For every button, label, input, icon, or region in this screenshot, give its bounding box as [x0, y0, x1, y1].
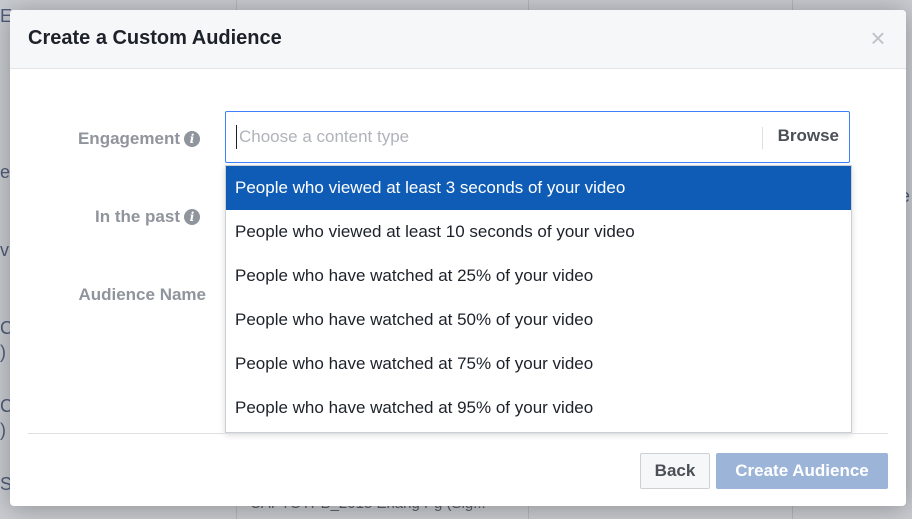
background-text-fragment: v	[0, 240, 9, 260]
dropdown-option[interactable]: People who have watched at 75% of your v…	[226, 342, 851, 386]
create-audience-button[interactable]: Create Audience	[716, 453, 888, 489]
dropdown-option[interactable]: People who have watched at 50% of your v…	[226, 298, 851, 342]
browse-button[interactable]: Browse	[778, 126, 839, 146]
in-the-past-label: In the past i	[95, 207, 200, 227]
info-circle-icon[interactable]: i	[184, 131, 200, 147]
dropdown-option[interactable]: People who viewed at least 3 seconds of …	[226, 166, 851, 210]
back-button[interactable]: Back	[640, 453, 710, 489]
content-type-combobox: Browse	[225, 111, 850, 163]
dialog-header: Create a Custom Audience ×	[10, 10, 906, 69]
close-icon[interactable]: ×	[868, 25, 888, 51]
engagement-label: Engagement i	[78, 129, 200, 149]
background-text-fragment: e	[0, 162, 11, 182]
content-type-dropdown: People who viewed at least 3 seconds of …	[225, 165, 852, 433]
dropdown-option[interactable]: People who viewed at least 10 seconds of…	[226, 210, 851, 254]
content-type-input[interactable]	[236, 125, 751, 149]
dialog-title: Create a Custom Audience	[28, 27, 282, 49]
in-the-past-label-text: In the past	[94, 207, 180, 226]
info-circle-icon[interactable]: i	[184, 209, 200, 225]
footer-divider	[28, 433, 888, 434]
dropdown-option[interactable]: People who have watched at 25% of your v…	[226, 254, 851, 298]
background-text-fragment: )	[0, 420, 6, 440]
dropdown-option[interactable]: People who have watched at 95% of your v…	[226, 386, 851, 430]
background-text-fragment: )	[0, 342, 6, 362]
create-custom-audience-dialog: Create a Custom Audience × Engagement i I…	[10, 10, 906, 506]
audience-name-label: Audience Name	[78, 285, 206, 304]
combobox-divider	[762, 127, 763, 149]
engagement-label-text: Engagement	[77, 129, 180, 148]
